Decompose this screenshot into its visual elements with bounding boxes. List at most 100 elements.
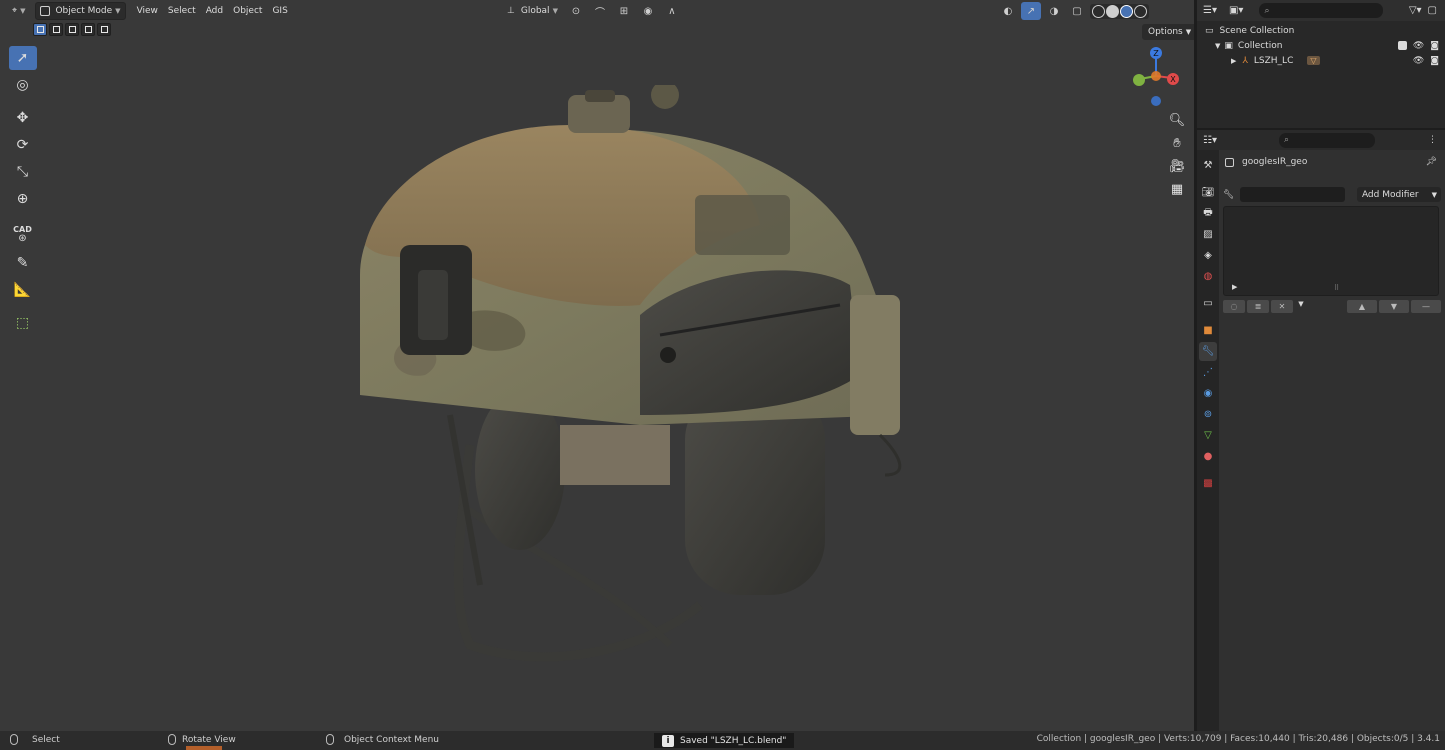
eye-icon[interactable]: 👁︎ — [1413, 56, 1424, 66]
new-collection-icon[interactable]: ▢ — [1428, 5, 1437, 16]
apply-visible-button[interactable]: ◌ — [1223, 300, 1245, 313]
tab-data[interactable]: ▽ — [1199, 426, 1217, 445]
mode-dropdown[interactable]: Object Mode ▼ — [35, 2, 126, 20]
wireframe-shading-button[interactable] — [1092, 4, 1105, 18]
overlays-toggle[interactable]: ◑ — [1044, 2, 1064, 20]
expand-object-icon[interactable]: ▶ — [1231, 57, 1236, 65]
navigation-gizmo[interactable]: Z X — [1126, 42, 1186, 112]
select-new-button[interactable] — [33, 23, 47, 36]
more-dropdown[interactable]: ▼ — [1295, 300, 1307, 313]
cursor-tool[interactable]: ◎ — [9, 73, 37, 97]
select-extend-button[interactable] — [49, 23, 63, 36]
tab-scene[interactable]: ◈ — [1199, 246, 1217, 265]
cad-tool[interactable]: CAD ⊛ — [9, 220, 37, 248]
menu-add[interactable]: Add — [201, 6, 228, 16]
perspective-toggle-button[interactable]: ▦ — [1166, 179, 1188, 200]
snap-toggle[interactable]: ⌒ — [590, 2, 610, 20]
add-cube-icon: ⬚ — [15, 315, 30, 331]
display-mode-icon[interactable]: ▣▾ — [1229, 5, 1243, 16]
gizmo-toggle[interactable]: ↗ — [1021, 2, 1041, 20]
tab-physics[interactable]: ◉ — [1199, 384, 1217, 403]
outliner-search-input[interactable]: ⌕ — [1259, 3, 1384, 18]
tab-output[interactable]: 🖶 — [1199, 204, 1217, 223]
scale-tool[interactable]: ⤡ — [9, 160, 37, 184]
move-up-button[interactable]: ▲ — [1347, 300, 1377, 313]
falloff-button[interactable]: ∧ — [662, 2, 682, 20]
tab-view-layer[interactable]: ▨ — [1199, 225, 1217, 244]
zoom-button[interactable]: 🔍︎ — [1166, 110, 1188, 131]
menu-button[interactable]: — — [1411, 300, 1441, 313]
properties-editor-icon[interactable]: ☷▾ — [1203, 135, 1217, 146]
transform-tool[interactable]: ⊕ — [9, 187, 37, 211]
pan-button[interactable]: ✋︎ — [1166, 133, 1188, 154]
properties-search-input[interactable]: ⌕ — [1278, 132, 1375, 148]
transform-icon: ⊕ — [16, 191, 29, 207]
proportional-edit-toggle[interactable]: ◉ — [638, 2, 658, 20]
select-box-tool[interactable]: ➚ — [8, 46, 37, 70]
pin-icon[interactable]: 📌︎ — [1426, 157, 1437, 167]
gizmo-neg-z[interactable] — [1151, 96, 1161, 106]
expand-arrow-icon[interactable]: ▶ — [1232, 283, 1237, 291]
camera-view-button[interactable]: 🎥︎ — [1166, 156, 1188, 177]
options-dropdown[interactable]: Options ▼ — [1142, 24, 1194, 40]
move-down-button[interactable]: ▼ — [1379, 300, 1409, 313]
collection-icon: ▭ — [1203, 298, 1213, 309]
outliner-editor-icon[interactable]: ☰▾ — [1203, 5, 1217, 16]
scene-icon: ◈ — [1204, 250, 1212, 261]
tab-object[interactable]: ■ — [1199, 321, 1217, 340]
helmet-model[interactable] — [340, 85, 920, 675]
measure-tool[interactable]: 📐 — [9, 278, 37, 302]
outliner-row-collection[interactable]: ▼ ▣ Collection 👁︎ ◙ — [1197, 38, 1445, 53]
orientation-dropdown[interactable]: ⊥ Global ▼ — [503, 2, 562, 20]
rendered-shading-button[interactable] — [1134, 4, 1147, 18]
menu-gis[interactable]: GIS — [267, 6, 292, 16]
tab-tool[interactable]: ⚒ — [1199, 156, 1217, 175]
camera-icon[interactable]: ◙ — [1430, 41, 1439, 51]
eye-icon[interactable]: 👁︎ — [1413, 41, 1424, 51]
modifier-search-input[interactable] — [1240, 187, 1345, 202]
tab-collection[interactable]: ▭ — [1199, 294, 1217, 313]
menu-object[interactable]: Object — [228, 6, 267, 16]
move-tool[interactable]: ✥ — [9, 106, 37, 130]
annotate-tool[interactable]: ✎ — [9, 251, 37, 275]
pivot-point-button[interactable]: ⊙ — [566, 2, 586, 20]
menu-view[interactable]: View — [132, 6, 163, 16]
outliner-row-scene[interactable]: ▭ Scene Collection — [1197, 23, 1445, 38]
add-modifier-dropdown[interactable]: Add Modifier ▼ — [1356, 187, 1441, 202]
select-invert-button[interactable] — [81, 23, 95, 36]
tab-world[interactable]: ◍ — [1199, 267, 1217, 286]
tab-modifiers[interactable]: 🔧︎ — [1199, 342, 1217, 361]
tab-material[interactable]: ● — [1199, 447, 1217, 466]
measure-icon: 📐 — [13, 282, 32, 298]
transform-tools: ⊥ Global ▼ ⊙ ⌒ ⊞ ◉ ∧ — [503, 2, 682, 20]
options-icon[interactable]: ⋮ — [1428, 135, 1437, 145]
select-subtract-button[interactable] — [65, 23, 79, 36]
material-icon[interactable]: ▽ — [1307, 56, 1320, 65]
apply-all-button[interactable]: ≣ — [1247, 300, 1269, 313]
rotate-tool[interactable]: ⟳ — [9, 133, 37, 157]
scene-statistics: Collection | googlesIR_geo | Verts:10,70… — [1036, 734, 1440, 744]
tab-render[interactable]: 📷︎ — [1199, 183, 1217, 202]
camera-icon[interactable]: ◙ — [1430, 56, 1439, 66]
xray-toggle[interactable]: ▢ — [1067, 2, 1087, 20]
editor-type-button[interactable]: ⌖ ▼ — [8, 2, 29, 20]
collection-checkbox[interactable] — [1397, 40, 1407, 50]
visibility-button[interactable]: ◐ — [998, 2, 1018, 20]
resize-handle-icon[interactable]: ⠿ — [1334, 284, 1339, 292]
filter-icon[interactable]: ▽▾ — [1409, 5, 1422, 16]
tab-constraints[interactable]: ⊚ — [1199, 405, 1217, 424]
tab-texture[interactable]: ▩ — [1199, 474, 1217, 493]
gizmo-y-axis[interactable] — [1133, 74, 1145, 86]
material-preview-button[interactable] — [1120, 4, 1133, 18]
solid-shading-button[interactable] — [1106, 4, 1119, 18]
add-cube-tool[interactable]: ⬚ — [9, 311, 37, 335]
remove-all-button[interactable]: ✕ — [1271, 300, 1293, 313]
menu-select[interactable]: Select — [163, 6, 201, 16]
tab-particles[interactable]: ⋰ — [1199, 363, 1217, 382]
select-intersect-button[interactable] — [97, 23, 111, 36]
outliner-row-object[interactable]: ▶ ⅄ LSZH_LC ▽ 👁︎ ◙ — [1197, 53, 1445, 68]
3d-viewport[interactable]: ⌖ ▼ Object Mode ▼ View Select Add Object … — [0, 0, 1194, 731]
modifier-list[interactable]: ▶ ⠿ — [1223, 206, 1439, 296]
snap-target-button[interactable]: ⊞ — [614, 2, 634, 20]
expand-collection-icon[interactable]: ▼ — [1215, 42, 1220, 50]
